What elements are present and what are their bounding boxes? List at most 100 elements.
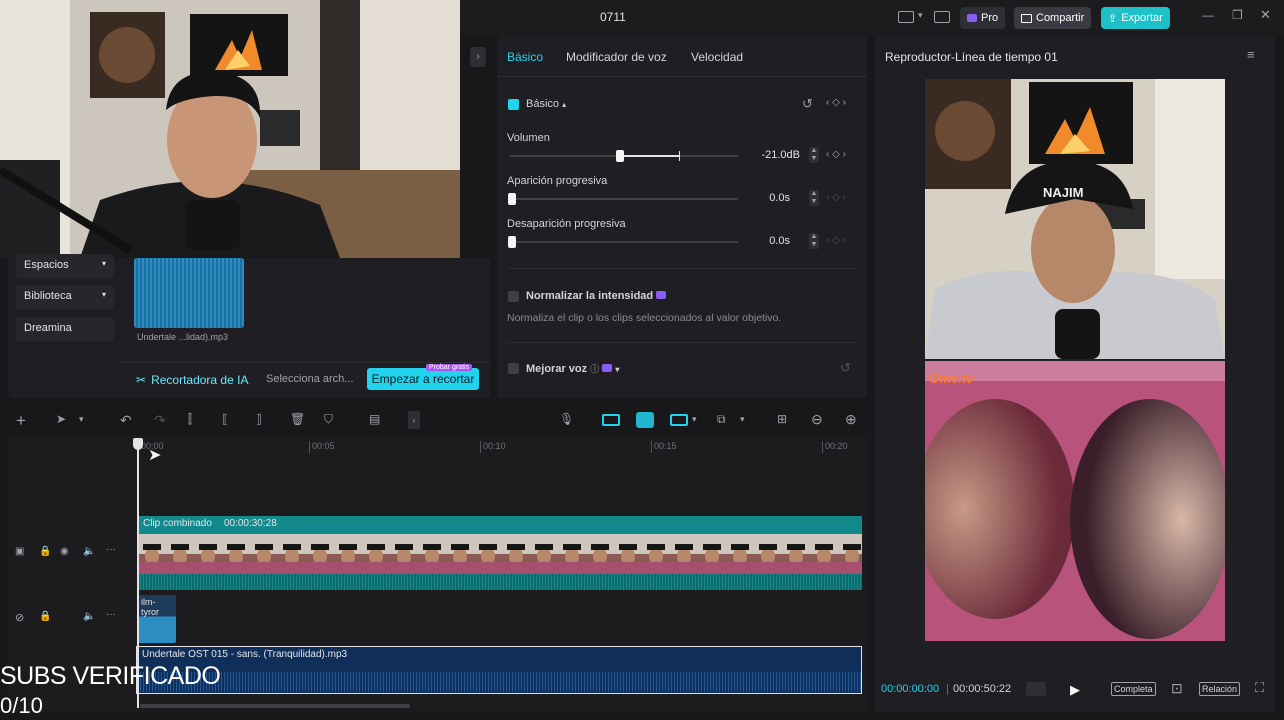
timecode-format-icon[interactable] bbox=[1026, 682, 1046, 696]
ai-file-select[interactable]: Selecciona arch... bbox=[266, 373, 353, 385]
keyframe-nav-icon[interactable]: ‹ ◇ › bbox=[826, 149, 846, 160]
trim-left-icon[interactable]: ⟦ bbox=[222, 412, 228, 426]
minimize-icon[interactable]: — bbox=[1202, 8, 1214, 22]
screenshot-icon[interactable]: ⊡ bbox=[1171, 680, 1183, 697]
playhead-handle[interactable] bbox=[133, 438, 143, 450]
lock-icon[interactable]: 🔒 bbox=[39, 546, 51, 557]
normalize-description: Normaliza el clip o los clips selecciona… bbox=[507, 312, 782, 324]
video-frame-image: NAJIM bbox=[925, 79, 1225, 641]
keyframe-nav-icon[interactable]: ‹ ◇ › bbox=[826, 192, 846, 203]
fade-out-slider-track[interactable] bbox=[510, 241, 738, 243]
speaker-icon[interactable]: 🔈 bbox=[83, 611, 95, 622]
reset-icon[interactable]: ↺ bbox=[802, 96, 813, 112]
chevron-down-icon[interactable]: ▾ bbox=[918, 10, 923, 21]
export-button[interactable]: ⇪ Exportar bbox=[1101, 7, 1170, 29]
lock-icon[interactable]: 🔒 bbox=[39, 611, 51, 622]
chevron-up-icon: ▴ bbox=[562, 100, 567, 109]
preview-axis-icon[interactable]: ⧉ bbox=[717, 412, 726, 427]
layout-icon[interactable] bbox=[898, 11, 914, 23]
chevron-down-icon[interactable]: ▾ bbox=[740, 414, 745, 425]
cover-icon[interactable]: ▣ bbox=[15, 546, 24, 557]
section-divider bbox=[507, 342, 857, 343]
main-clip-header[interactable]: Clip combinado 00:00:30:28 bbox=[138, 516, 862, 534]
microphone-icon[interactable]: 🎙 bbox=[559, 412, 574, 426]
full-quality-button[interactable]: Completa bbox=[1111, 682, 1156, 696]
upload-icon: ⇪ bbox=[1108, 12, 1118, 25]
properties-panel bbox=[497, 36, 867, 398]
timeline-toolbar bbox=[8, 406, 868, 436]
fade-in-value[interactable]: 0.0s bbox=[740, 192, 790, 204]
ometv-watermark: Ome.tv bbox=[929, 371, 974, 386]
play-icon[interactable]: ▶ bbox=[1070, 682, 1080, 698]
start-trimming-button[interactable]: Empezar a recortar bbox=[367, 368, 479, 390]
mouse-cursor: ➤ bbox=[148, 447, 162, 464]
tabs-divider bbox=[497, 76, 867, 77]
sidebar-item-biblioteca[interactable]: Biblioteca ▾ bbox=[16, 285, 114, 309]
delete-icon[interactable]: 🗑 bbox=[290, 412, 305, 426]
trim-right-icon[interactable]: ⟧ bbox=[256, 412, 262, 426]
keyframe-nav-icon[interactable]: ‹ ◇ › bbox=[826, 235, 846, 246]
sidebar-item-dreamina[interactable]: Dreamina bbox=[16, 317, 114, 341]
info-icon: ⓘ bbox=[590, 364, 600, 374]
pro-button[interactable]: Pro bbox=[960, 7, 1006, 29]
media-audio-thumbnail[interactable] bbox=[134, 258, 244, 328]
keyboard-icon[interactable] bbox=[934, 11, 950, 23]
fade-out-stepper[interactable]: ▲ ▼ bbox=[809, 233, 819, 249]
fade-in-stepper[interactable]: ▲ ▼ bbox=[809, 190, 819, 206]
tab-basico[interactable]: Básico bbox=[507, 50, 543, 64]
zoom-out-icon[interactable]: ⊖ bbox=[811, 411, 823, 428]
select-tool-icon[interactable]: ➤ bbox=[56, 412, 66, 426]
collapse-panel-button[interactable]: › bbox=[470, 47, 486, 67]
fade-out-slider-handle[interactable] bbox=[508, 236, 516, 248]
split-icon[interactable]: ⫿ bbox=[188, 412, 192, 427]
fullscreen-icon[interactable]: ⛶ bbox=[1255, 680, 1264, 696]
fade-in-slider-track[interactable] bbox=[510, 198, 738, 200]
more-icon[interactable]: ··· bbox=[106, 544, 116, 555]
normalize-checkbox[interactable] bbox=[508, 291, 519, 302]
sidebar-item-espacios[interactable]: Espacios ▾ bbox=[16, 254, 114, 278]
chevron-down-icon[interactable]: ▾ bbox=[79, 414, 84, 425]
zoom-in-icon[interactable]: ⊕ bbox=[845, 411, 857, 428]
share-button[interactable]: Compartir bbox=[1014, 7, 1092, 29]
main-clip-thumbnails[interactable] bbox=[138, 534, 862, 574]
volume-value[interactable]: -21.0dB bbox=[740, 149, 800, 161]
volume-slider-handle[interactable] bbox=[616, 150, 624, 162]
undo-icon[interactable]: ↶ bbox=[120, 412, 132, 429]
webcam-image bbox=[0, 0, 460, 258]
thumbnail-view-icon[interactable]: ⊞ bbox=[777, 412, 787, 426]
timeline-scrollbar[interactable] bbox=[140, 704, 410, 708]
main-clip-waveform bbox=[138, 574, 862, 590]
redo-icon[interactable]: ↷ bbox=[154, 412, 166, 429]
link-clips-icon[interactable] bbox=[602, 414, 620, 426]
enhance-voice-checkbox[interactable] bbox=[508, 363, 519, 374]
reset-icon[interactable]: ↺ bbox=[840, 360, 851, 376]
player-title: Reproductor-Línea de tiempo 01 bbox=[885, 50, 1058, 64]
ai-detect-icon[interactable] bbox=[636, 412, 654, 428]
maximize-icon[interactable]: ❐ bbox=[1232, 8, 1243, 22]
video-preview[interactable]: NAJIM bbox=[925, 79, 1225, 641]
chevron-down-icon[interactable]: ▾ bbox=[692, 414, 697, 425]
basic-section-checkbox[interactable] bbox=[508, 99, 519, 110]
add-track-icon[interactable]: + bbox=[16, 411, 26, 431]
ratio-button[interactable]: Relación bbox=[1199, 682, 1241, 696]
collapse-left-icon[interactable]: ‹ bbox=[408, 411, 420, 429]
total-time: 00:00:50:22 bbox=[953, 683, 1012, 695]
link-icon[interactable]: ⊘ bbox=[15, 611, 24, 624]
volume-stepper[interactable]: ▲ ▼ bbox=[809, 147, 819, 163]
eye-icon[interactable]: ◉ bbox=[60, 546, 69, 557]
close-icon[interactable]: ✕ bbox=[1260, 7, 1271, 23]
tab-voice-modifier[interactable]: Modificador de voz bbox=[566, 50, 667, 64]
snap-icon[interactable] bbox=[670, 414, 688, 426]
fade-out-value[interactable]: 0.0s bbox=[740, 235, 790, 247]
auto-captions-icon[interactable]: ▤ bbox=[369, 412, 380, 426]
menu-icon[interactable]: ≡ bbox=[1247, 47, 1255, 62]
shield-icon[interactable]: ⛉ bbox=[324, 412, 333, 427]
more-icon[interactable]: ··· bbox=[106, 609, 116, 620]
fade-in-slider-handle[interactable] bbox=[508, 193, 516, 205]
music-waveform bbox=[137, 672, 861, 692]
keyframe-nav-icon[interactable]: ‹ ◇ › bbox=[826, 97, 846, 108]
chevron-down-icon: ▾ bbox=[101, 290, 106, 299]
tab-speed[interactable]: Velocidad bbox=[691, 50, 743, 64]
speaker-icon[interactable]: 🔈 bbox=[83, 546, 95, 557]
audio-clip-ilm[interactable]: ilm-tyror bbox=[138, 595, 176, 643]
